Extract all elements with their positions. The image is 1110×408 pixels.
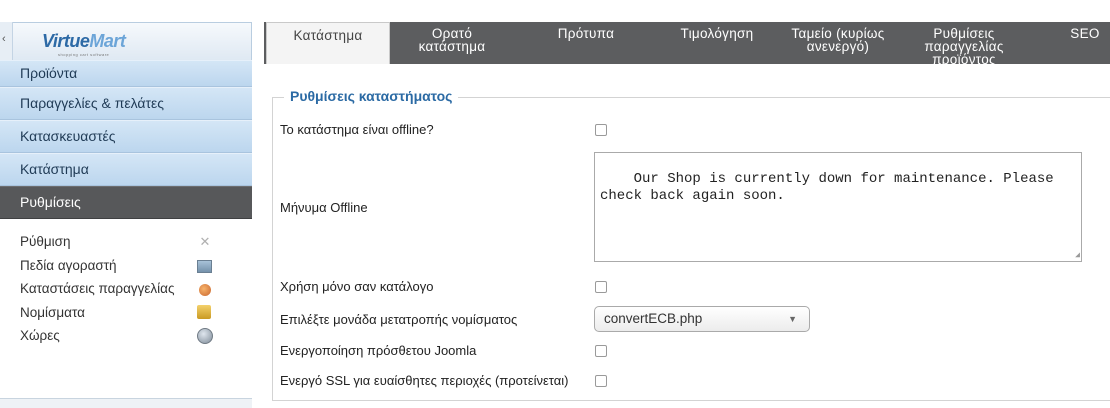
offline-label: Το κατάστημα είναι offline? (280, 122, 434, 137)
tab-pricing[interactable]: Τιμολόγηση (658, 22, 776, 64)
submenu-item-configuration[interactable]: Ρύθμιση ✕ (0, 230, 252, 254)
offline-message-label: Μήνυμα Offline (280, 200, 368, 215)
sidebar-item-manufacturers[interactable]: Κατασκευαστές (0, 120, 252, 153)
tab-shop-front[interactable]: Ορατό κατάστημα (392, 22, 512, 64)
currency-converter-value: convertECB.php (604, 311, 703, 326)
tab-templates[interactable]: Πρότυπα (526, 22, 646, 64)
submenu-item-label: Χώρες (20, 328, 60, 344)
offline-checkbox[interactable] (595, 124, 607, 136)
offline-message-text: Our Shop is currently down for maintenan… (600, 171, 1054, 204)
sidebar-item-settings[interactable]: Ρυθμίσεις (0, 186, 252, 219)
resize-handle-icon[interactable]: ◢ (1075, 252, 1080, 260)
submenu-item-countries[interactable]: Χώρες (0, 324, 252, 348)
config-icon: ✕ (199, 234, 211, 250)
tab-product-order-settings[interactable]: Ρυθμίσεις παραγγελίας προϊόντος (904, 22, 1024, 64)
submenu-item-shopper-fields[interactable]: Πεδία αγοραστή (0, 254, 252, 278)
logo-tagline: shopping cart software (58, 52, 110, 57)
ssl-checkbox[interactable] (595, 375, 607, 387)
shopper-fields-icon (197, 259, 212, 273)
currency-converter-select[interactable]: convertECB.php ▼ (594, 306, 810, 332)
sidebar: ‹ VirtueMart shopping cart software Προϊ… (0, 0, 252, 408)
currency-icon (197, 304, 211, 319)
sidebar-collapse-toggle[interactable]: ‹ (0, 22, 13, 60)
submenu-item-label: Νομίσματα (20, 304, 85, 320)
sidebar-item-shop[interactable]: Κατάστημα (0, 153, 252, 186)
submenu-item-label: Πεδία αγοραστή (20, 257, 117, 273)
submenu-item-order-statuses[interactable]: Καταστάσεις παραγγελίας (0, 277, 252, 301)
virtuemart-logo[interactable]: VirtueMart (42, 31, 126, 52)
settings-submenu: Ρύθμιση ✕ Πεδία αγοραστή Καταστάσεις παρ… (0, 230, 252, 348)
submenu-item-label: Καταστάσεις παραγγελίας (20, 281, 175, 297)
catalog-only-label: Χρήση μόνο σαν κατάλογο (280, 279, 434, 294)
ssl-label: Ενεργό SSL για ευαίσθητες περιοχές (προτ… (280, 373, 569, 388)
sidebar-nav: Προϊόντα Παραγγελίες & πελάτες Κατασκευα… (0, 60, 252, 219)
offline-message-textarea[interactable]: Our Shop is currently down for maintenan… (594, 152, 1082, 262)
tab-checkout[interactable]: Ταμείο (κυρίως ανενεργό) (772, 22, 904, 64)
joomla-plugin-label: Ενεργοποίηση πρόσθετου Joomla (280, 343, 477, 358)
catalog-only-checkbox[interactable] (595, 281, 607, 293)
sidebar-item-products[interactable]: Προϊόντα (0, 60, 252, 87)
submenu-item-currencies[interactable]: Νομίσματα (0, 301, 252, 325)
submenu-item-label: Ρύθμιση (20, 234, 71, 249)
logo-bar (0, 22, 252, 60)
currency-converter-label: Επιλέξτε μονάδα μετατροπής νομίσματος (280, 312, 518, 327)
tab-shop[interactable]: Κατάστημα (266, 22, 390, 64)
joomla-plugin-checkbox[interactable] (595, 345, 607, 357)
order-status-icon (199, 284, 211, 297)
sidebar-item-orders-customers[interactable]: Παραγγελίες & πελάτες (0, 87, 252, 120)
config-tabbar: Κατάστημα Ορατό κατάστημα Πρότυπα Τιμολό… (264, 22, 1110, 64)
fieldset-legend: Ρυθμίσεις καταστήματος (284, 88, 459, 104)
chevron-left-icon: ‹ (2, 33, 6, 45)
tab-seo[interactable]: SEO (1060, 22, 1110, 64)
main-content: Ρυθμίσεις καταστήματος Το κατάστημα είνα… (264, 64, 1110, 408)
sidebar-footer (0, 398, 252, 408)
globe-icon (197, 328, 213, 345)
chevron-down-icon: ▼ (788, 314, 797, 324)
